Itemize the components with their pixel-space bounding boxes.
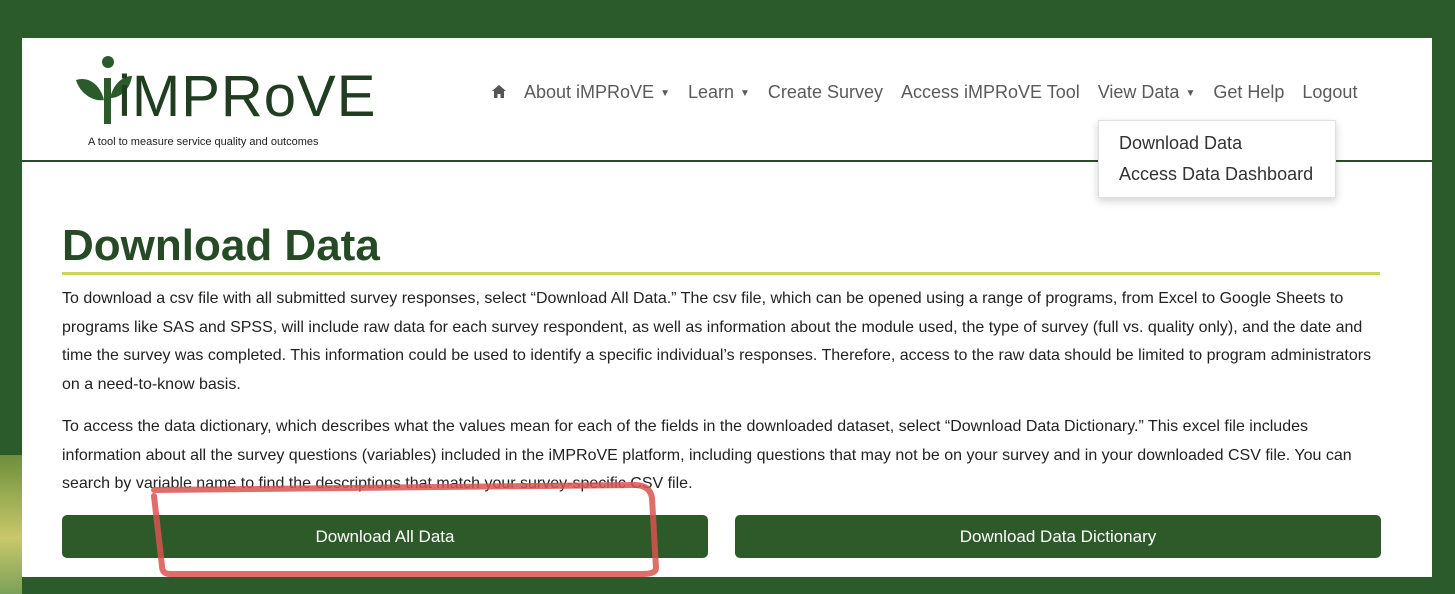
download-data-dictionary-button[interactable]: Download Data Dictionary	[735, 515, 1381, 558]
logo-wordmark: iMPRoVE	[118, 64, 377, 129]
nav-access-tool[interactable]: Access iMPRoVE Tool	[901, 82, 1080, 103]
nav-create-survey[interactable]: Create Survey	[768, 82, 883, 103]
download-all-data-button[interactable]: Download All Data	[62, 515, 708, 558]
view-data-dropdown-menu: Download Data Access Data Dashboard	[1098, 120, 1336, 198]
caret-down-icon: ▼	[1185, 88, 1196, 99]
page-title: Download Data	[62, 221, 380, 270]
dropdown-item-download-data[interactable]: Download Data	[1119, 133, 1242, 154]
intro-paragraph: To download a csv file with all submitte…	[62, 290, 1372, 393]
background-decoration	[0, 455, 22, 594]
nav-view-data-label: View Data	[1097, 82, 1180, 102]
nav-about[interactable]: About iMPRoVE ▼	[524, 82, 670, 103]
caret-down-icon: ▼	[740, 88, 750, 99]
dropdown-item-access-dashboard[interactable]: Access Data Dashboard	[1119, 164, 1313, 185]
improve-logo[interactable]: iMPRoVE A tool to measure service qualit…	[68, 50, 375, 148]
caret-down-icon: ▼	[660, 88, 670, 99]
logo-tagline: A tool to measure service quality and ou…	[88, 136, 319, 148]
nav-logout[interactable]: Logout	[1302, 82, 1357, 103]
home-icon[interactable]	[492, 84, 506, 101]
browser-content: iMPRoVE A tool to measure service qualit…	[22, 38, 1432, 577]
nav-learn[interactable]: Learn ▼	[688, 82, 750, 103]
nav-about-label: About iMPRoVE	[524, 82, 655, 102]
title-divider	[62, 272, 1380, 275]
main-nav: About iMPRoVE ▼ Learn ▼ Create Survey Acce…	[492, 82, 1375, 103]
dictionary-paragraph: To access the data dictionary, which des…	[62, 418, 1352, 492]
nav-get-help[interactable]: Get Help	[1213, 82, 1284, 103]
nav-view-data[interactable]: View Data ▼	[1098, 82, 1196, 103]
nav-learn-label: Learn	[687, 82, 735, 102]
